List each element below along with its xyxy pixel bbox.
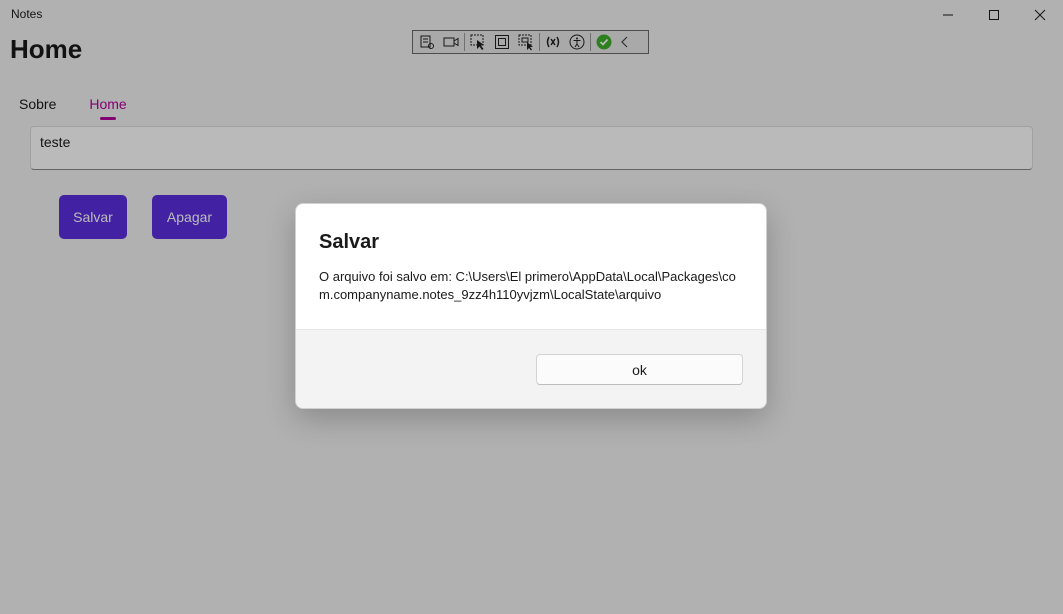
save-dialog: Salvar O arquivo foi salvo em: C:\Users\… [295,203,767,409]
dialog-title: Salvar [319,231,380,253]
ok-button[interactable]: ok [536,354,743,385]
dialog-message: O arquivo foi salvo em: C:\Users\El prim… [319,269,736,302]
dialog-body: Salvar O arquivo foi salvo em: C:\Users\… [296,204,766,329]
dialog-footer: ok [296,329,766,408]
